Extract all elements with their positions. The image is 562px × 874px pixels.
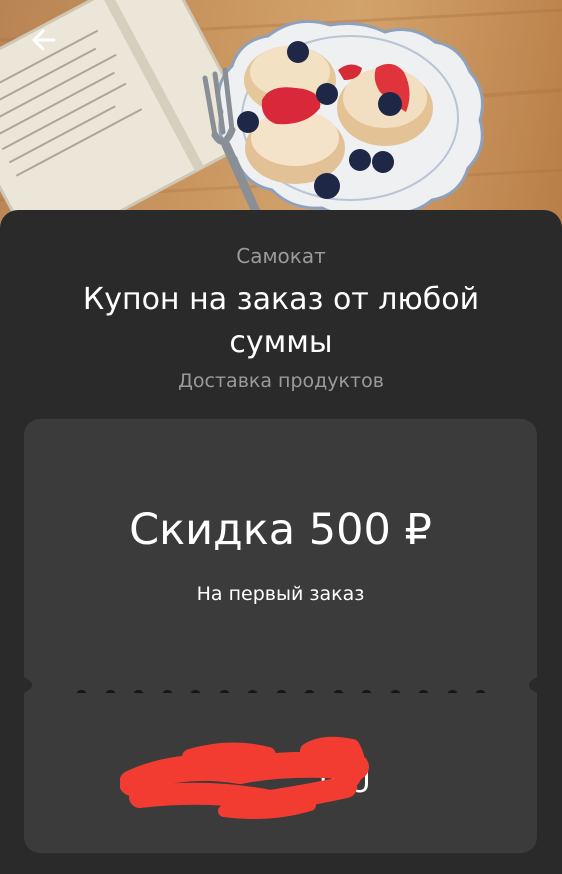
hero-photo	[0, 0, 562, 230]
offer-title: Купон на заказ от любой суммы	[82, 282, 480, 360]
coupon-code-section[interactable]: XXXXXXJ8U	[24, 693, 537, 853]
hero-image	[0, 0, 562, 230]
arrow-left-icon	[32, 29, 56, 51]
offer-sheet: Самокат Купон на заказ от любой суммы До…	[0, 210, 562, 874]
brand-name: Самокат	[236, 244, 326, 268]
coupon-card: Скидка 500 ₽ На первый заказ J8U	[24, 419, 537, 853]
discount-condition: На первый заказ	[196, 583, 365, 605]
redaction-scribble	[120, 736, 369, 819]
coupon-discount-section: Скидка 500 ₽ На первый заказ	[24, 419, 537, 677]
offer-category: Доставка продуктов	[178, 370, 384, 392]
coupon-notch-right	[507, 677, 537, 693]
back-button[interactable]	[22, 18, 66, 62]
coupon-notch-left	[24, 677, 54, 693]
discount-amount: Скидка 500 ₽	[129, 505, 432, 555]
